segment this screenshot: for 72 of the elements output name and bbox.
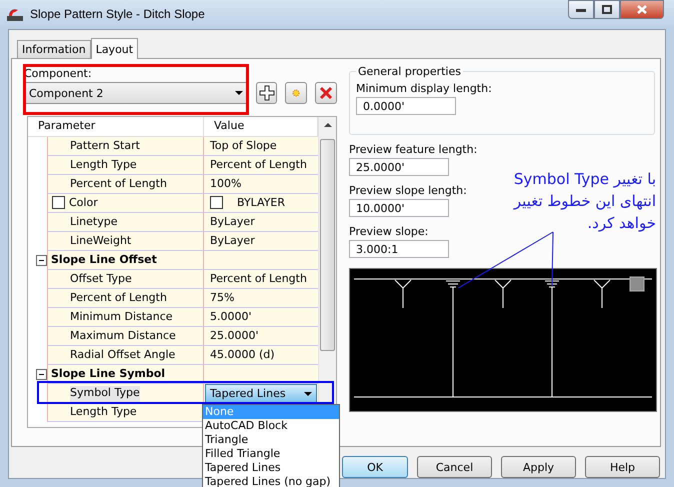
annotation-text: با تغییر Symbol Type انتهای این خطوط تغییر خواهد کرد. <box>512 169 656 234</box>
maximize-icon <box>602 5 612 14</box>
symbol-type-dropdown[interactable]: Tapered Lines <box>205 384 317 403</box>
new-button[interactable] <box>285 82 308 104</box>
dropdown-option[interactable]: Filled Triangle <box>203 447 339 461</box>
tab[interactable]: Layout <box>90 38 138 59</box>
field-label: Preview slope: <box>349 225 430 238</box>
property-name: Minimum Distance <box>70 310 173 325</box>
plus-icon <box>258 85 275 101</box>
property-value: Percent of Length <box>210 272 307 287</box>
component-dropdown[interactable]: Component 2 <box>24 82 248 104</box>
dialog-button[interactable]: OK <box>342 456 408 478</box>
dropdown-option[interactable]: Triangle <box>203 433 339 447</box>
field-label: Minimum display length: <box>356 82 493 95</box>
property-value: 25.0000' <box>210 329 259 344</box>
property-name: Radial Offset Angle <box>70 348 176 363</box>
property-name: Pattern Start <box>70 139 140 154</box>
property-value: ByLayer <box>210 234 255 249</box>
caret-icon <box>304 392 312 396</box>
color-swatch <box>52 196 65 209</box>
input-field[interactable]: 3.000:1 <box>349 240 449 258</box>
property-name: Percent of Length <box>70 177 167 192</box>
scroll-up-icon <box>324 123 332 127</box>
property-name: Maximum Distance <box>70 329 176 344</box>
property-value: 45.0000 (d) <box>210 348 275 363</box>
delete-button[interactable] <box>315 82 337 104</box>
tab[interactable]: Information <box>17 40 91 58</box>
window-title: Slope Pattern Style - Ditch Slope <box>30 7 205 21</box>
group-title: General properties <box>356 65 463 78</box>
dialog-button[interactable]: Help <box>585 456 660 478</box>
property-name: LineWeight <box>70 234 132 249</box>
property-value: BYLAYER <box>237 196 286 211</box>
group-header: Slope Line Offset <box>51 253 157 268</box>
close-icon <box>637 5 647 14</box>
group-header: Slope Line Symbol <box>51 367 166 382</box>
property-name: Color <box>69 196 98 211</box>
dropdown-option[interactable]: Tapered Lines (no gap) <box>203 475 339 487</box>
property-value: 100% <box>210 177 242 192</box>
maximize-button[interactable] <box>594 0 620 19</box>
property-value: ByLayer <box>210 215 255 230</box>
dropdown-option[interactable]: AutoCAD Block <box>203 419 339 433</box>
minimize-button[interactable] <box>568 0 594 19</box>
input-field[interactable]: 10.0000' <box>349 199 449 217</box>
sparkle-icon <box>290 89 302 97</box>
field-label: Preview slope length: <box>349 184 468 197</box>
property-name: Linetype <box>70 215 118 230</box>
column-header: Parameter <box>28 117 204 136</box>
color-swatch <box>210 196 223 209</box>
delete-icon <box>319 86 334 100</box>
property-value: 5.0000' <box>210 310 252 325</box>
input-field[interactable]: 0.0000' <box>356 97 456 115</box>
dropdown-option[interactable]: Tapered Lines <box>203 461 339 475</box>
caret-icon <box>234 91 243 95</box>
dialog-button[interactable]: Apply <box>501 456 576 478</box>
close-button[interactable] <box>620 0 664 19</box>
collapse-icon[interactable] <box>36 369 47 380</box>
property-name: Symbol Type <box>70 386 140 402</box>
field-label: Preview feature length: <box>349 143 478 156</box>
dialog-button[interactable]: Cancel <box>417 456 492 478</box>
collapse-icon[interactable] <box>36 255 47 266</box>
property-name: Percent of Length <box>70 291 167 306</box>
add-button[interactable] <box>256 82 278 104</box>
scroll-thumb[interactable] <box>320 139 335 351</box>
property-name: Length Type <box>70 405 137 420</box>
minimize-icon <box>576 8 586 12</box>
component-label: Component: <box>24 67 93 80</box>
property-value: Top of Slope <box>210 139 277 154</box>
input-field[interactable]: 25.0000' <box>349 158 449 176</box>
property-value: Percent of Length <box>210 158 307 173</box>
property-name: Offset Type <box>70 272 132 287</box>
property-value: 75% <box>210 291 234 306</box>
property-name: Length Type <box>70 158 137 173</box>
